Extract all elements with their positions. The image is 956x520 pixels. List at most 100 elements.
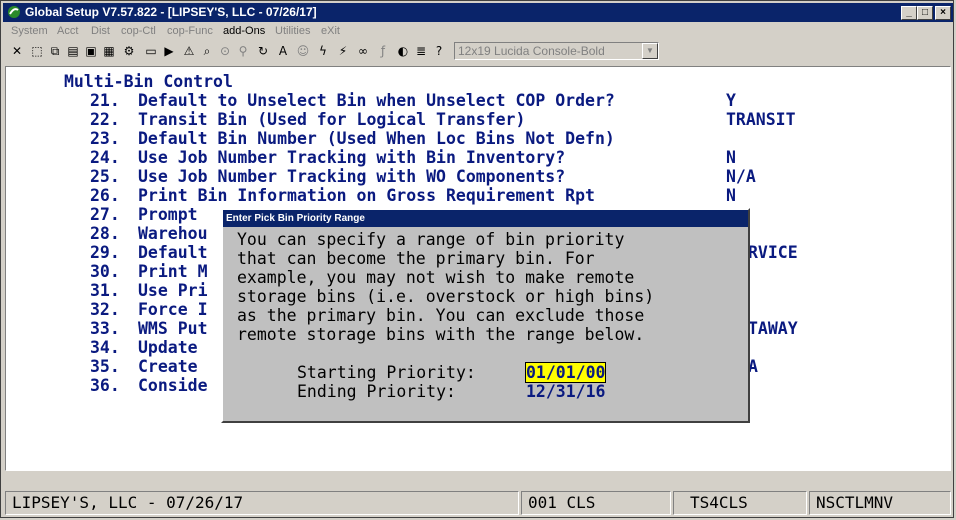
option-label[interactable]: Default to Unselect Bin when Unselect CO… [138,91,615,110]
option-number: 34. [90,338,120,357]
option-label[interactable]: Warehou [138,224,208,243]
list-icon[interactable]: ≣ [413,43,429,59]
find-icon[interactable]: ⌕ [199,43,215,59]
app-window: Global Setup V7.57.822 - [LIPSEY'S, LLC … [0,0,954,518]
option-value[interactable]: N [726,148,736,167]
section-title: Multi-Bin Control [64,72,233,91]
window-title: Global Setup V7.57.822 - [LIPSEY'S, LLC … [25,5,317,19]
link-icon[interactable]: ∞ [355,43,371,59]
dialog-message-line: storage bins (i.e. overstock or high bin… [237,287,655,306]
option-label[interactable]: Use Job Number Tracking with Bin Invento… [138,148,565,167]
starting-priority-label: Starting Priority: [297,363,476,382]
ending-priority-label: Ending Priority: [297,382,456,401]
save-icon[interactable]: ▣ [83,43,99,59]
option-label[interactable]: Update [138,338,198,357]
option-label[interactable]: Default [138,243,208,262]
menu-bar: System Acct Dist cop-Ctl cop-Func add-On… [3,23,953,40]
menu-acct[interactable]: Acct [57,25,78,37]
note-icon[interactable]: ▭ [143,43,159,59]
option-value[interactable]: N [726,186,736,205]
option-number: 36. [90,376,120,395]
paste-icon[interactable]: ▤ [65,43,81,59]
option-number: 29. [90,243,120,262]
run-icon[interactable]: ▶ [161,43,177,59]
refresh-icon[interactable]: ↻ [255,43,271,59]
option-value[interactable]: N/A [726,167,756,186]
option-number: 22. [90,110,120,129]
help-icon[interactable]: ? [431,43,447,59]
option-label[interactable]: WMS Put [138,319,208,338]
dialog-message-line: remote storage bins with the range below… [237,325,645,344]
font-icon[interactable]: A [275,43,291,59]
print-icon[interactable]: ▦ [101,43,117,59]
option-number: 32. [90,300,120,319]
option-number: 31. [90,281,120,300]
menu-add-ons[interactable]: add-Ons [223,25,265,37]
option-label[interactable]: Print M [138,262,208,281]
option-number: 25. [90,167,120,186]
zoom-icon[interactable]: ⊙ [217,43,233,59]
option-number: 26. [90,186,120,205]
option-number: 28. [90,224,120,243]
status-terminal: TS4CLS [673,491,807,515]
search-icon[interactable]: ⚲ [235,43,251,59]
option-value[interactable]: TRANSIT [726,110,796,129]
starting-priority-input[interactable]: 01/01/00 [524,362,607,383]
app-icon [8,6,20,18]
option-label[interactable]: Force I [138,300,208,319]
option-value[interactable]: TAWAY [748,319,798,338]
option-number: 33. [90,319,120,338]
chevron-down-icon[interactable]: ▼ [642,43,658,59]
copy-icon[interactable]: ⧉ [47,43,63,59]
settings-icon[interactable]: ⚙ [121,43,137,59]
dialog-message-line: that can become the primary bin. For [237,249,595,268]
toolbar: ✕ ⬚ ⧉ ▤ ▣ ▦ ⚙ ▭ ▶ ⚠ ⌕ ⊙ ⚲ ↻ A ☺ ϟ ⚡ ∞ ƒ … [3,40,953,64]
option-label[interactable]: Create [138,357,198,376]
ending-priority-input[interactable]: 12/31/16 [526,382,605,401]
dialog-message-line: You can specify a range of bin priority [237,230,625,249]
option-value[interactable]: Y [726,91,736,110]
option-label[interactable]: Use Job Number Tracking with WO Componen… [138,167,565,186]
dos-icon[interactable]: ◐ [395,43,411,59]
font-select-value: 12x19 Lucida Console-Bold [458,44,605,58]
option-number: 35. [90,357,120,376]
dialog-title: Enter Pick Bin Priority Range [223,210,748,227]
option-label[interactable]: Print Bin Information on Gross Requireme… [138,186,595,205]
option-number: 21. [90,91,120,110]
option-label[interactable]: Prompt [138,205,198,224]
menu-cop-func[interactable]: cop-Func [167,25,213,37]
menu-exit[interactable]: eXit [321,25,340,37]
status-bar: LIPSEY'S, LLC - 07/26/17 001 CLS TS4CLS … [5,491,951,516]
select-icon[interactable]: ⬚ [29,43,45,59]
menu-system[interactable]: System [11,25,48,37]
option-number: 30. [90,262,120,281]
close-button[interactable]: × [935,6,951,20]
status-code: 001 CLS [521,491,671,515]
option-number: 24. [90,148,120,167]
option-number: 27. [90,205,120,224]
close-x-icon[interactable]: ✕ [9,43,25,59]
menu-dist[interactable]: Dist [91,25,110,37]
warning-icon[interactable]: ⚠ [181,43,197,59]
option-label[interactable]: Use Pri [138,281,208,300]
maximize-button[interactable]: □ [917,6,933,20]
lightning-icon[interactable]: ϟ [315,43,331,59]
user-icon[interactable]: ☺ [295,43,311,59]
option-label[interactable]: Default Bin Number (Used When Loc Bins N… [138,129,615,148]
menu-cop-ctl[interactable]: cop-Ctl [121,25,156,37]
font-select[interactable]: 12x19 Lucida Console-Bold ▼ [454,42,659,60]
priority-range-dialog: Enter Pick Bin Priority Range You can sp… [221,208,750,423]
function-icon[interactable]: ƒ [375,43,391,59]
option-label[interactable]: Conside [138,376,208,395]
option-label[interactable]: Transit Bin (Used for Logical Transfer) [138,110,525,129]
dialog-message-line: example, you may not wish to make remote [237,268,635,287]
status-company: LIPSEY'S, LLC - 07/26/17 [5,491,519,515]
dialog-message-line: as the primary bin. You can exclude thos… [237,306,645,325]
option-number: 23. [90,129,120,148]
flash-icon[interactable]: ⚡ [335,43,351,59]
option-value[interactable]: RVICE [748,243,798,262]
menu-utilities[interactable]: Utilities [275,25,310,37]
status-program: NSCTLMNV [809,491,951,515]
title-bar: Global Setup V7.57.822 - [LIPSEY'S, LLC … [3,3,953,22]
minimize-button[interactable]: _ [901,6,917,20]
